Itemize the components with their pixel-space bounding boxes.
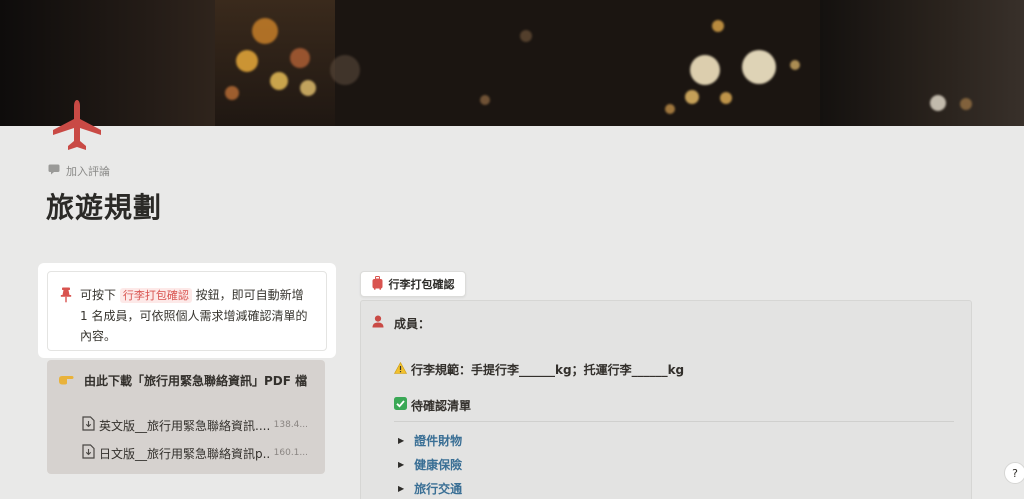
comment-icon <box>48 164 60 178</box>
download-heading-text: 由此下載「旅行用緊急聯絡資訊」PDF 檔 <box>84 373 308 388</box>
cover-light <box>480 95 490 105</box>
toggle-label: 證件財物 <box>414 433 463 448</box>
file-attachment[interactable]: 英文版__旅行用緊急聯絡資訊.... 138.4... <box>82 415 308 435</box>
callout-text-before: 可按下 <box>80 288 117 302</box>
cover-light <box>930 95 946 111</box>
cover-light <box>252 18 278 44</box>
triangle-right-icon[interactable]: ▶ <box>398 436 404 445</box>
add-comment-label: 加入評論 <box>66 165 110 178</box>
file-name: 英文版__旅行用緊急聯絡資訊.... <box>99 418 270 433</box>
cover-light <box>665 104 675 114</box>
cover-image[interactable] <box>0 0 1024 126</box>
cover-light <box>520 30 532 42</box>
file-size: 160.1... <box>273 448 308 458</box>
divider <box>394 421 954 422</box>
triangle-right-icon[interactable]: ▶ <box>398 484 404 493</box>
cover-light <box>685 90 699 104</box>
toggle-label: 旅行交通 <box>414 481 463 496</box>
help-button[interactable]: ? <box>1004 462 1024 484</box>
member-row: 成員： <box>372 313 430 333</box>
luggage-check-label: 行李打包確認 <box>388 278 455 291</box>
toggle-item[interactable]: ▶ 證件財物 <box>398 430 462 450</box>
todo-label: 待確認清單 <box>411 398 472 413</box>
file-name: 日文版__旅行用緊急聯絡資訊p... <box>99 446 270 461</box>
luggage-rule-text: 行李規範：手提行李______kg；托運行李______kg <box>411 362 685 377</box>
check-box-icon <box>394 397 407 413</box>
luggage-rule: 行李規範：手提行李______kg；托運行李______kg <box>393 359 685 379</box>
cover-light <box>270 72 288 90</box>
warning-icon <box>393 361 408 377</box>
toggle-item[interactable]: ▶ 旅行交通 <box>398 478 462 498</box>
download-heading: 由此下載「旅行用緊急聯絡資訊」PDF 檔 <box>58 370 307 390</box>
cover-light <box>712 20 724 32</box>
file-size: 138.4... <box>273 420 308 430</box>
person-icon <box>372 315 384 331</box>
cover-light <box>690 55 720 85</box>
file-icon <box>82 444 95 462</box>
cover-light <box>742 50 776 84</box>
pointing-hand-icon <box>58 373 74 388</box>
luggage-check-button[interactable]: 行李打包確認 <box>360 271 466 297</box>
todo-heading: 待確認清單 <box>394 395 471 415</box>
cover-light <box>300 80 316 96</box>
pushpin-icon <box>60 287 72 350</box>
file-icon <box>82 416 95 434</box>
tip-callout[interactable]: 可按下 行李打包確認 按鈕，即可自動新增 1 名成員，可依照個人需求增減確認清單… <box>47 271 327 351</box>
cover-wall-right <box>820 0 1024 126</box>
add-comment-button[interactable]: 加入評論 <box>48 162 110 180</box>
cover-light <box>960 98 972 110</box>
cover-light <box>236 50 258 72</box>
page-title: 旅遊規劃 <box>46 191 163 224</box>
toggle-label: 健康保險 <box>414 457 463 472</box>
cover-window <box>215 0 335 126</box>
toggle-item[interactable]: ▶ 健康保險 <box>398 454 462 474</box>
cover-wall-left <box>0 0 215 126</box>
cover-light <box>290 48 310 68</box>
inline-button-tag: 行李打包確認 <box>119 288 192 303</box>
cover-light <box>790 60 800 70</box>
cover-light <box>720 92 732 104</box>
file-attachment[interactable]: 日文版__旅行用緊急聯絡資訊p... 160.1... <box>82 443 308 463</box>
cover-light <box>225 86 239 100</box>
luggage-icon <box>372 275 383 293</box>
member-label: 成員： <box>394 316 431 331</box>
triangle-right-icon[interactable]: ▶ <box>398 460 404 469</box>
cover-light <box>330 55 360 85</box>
callout-text: 可按下 行李打包確認 按鈕，即可自動新增 1 名成員，可依照個人需求增減確認清單… <box>80 285 314 350</box>
airplane-icon[interactable] <box>48 96 106 154</box>
